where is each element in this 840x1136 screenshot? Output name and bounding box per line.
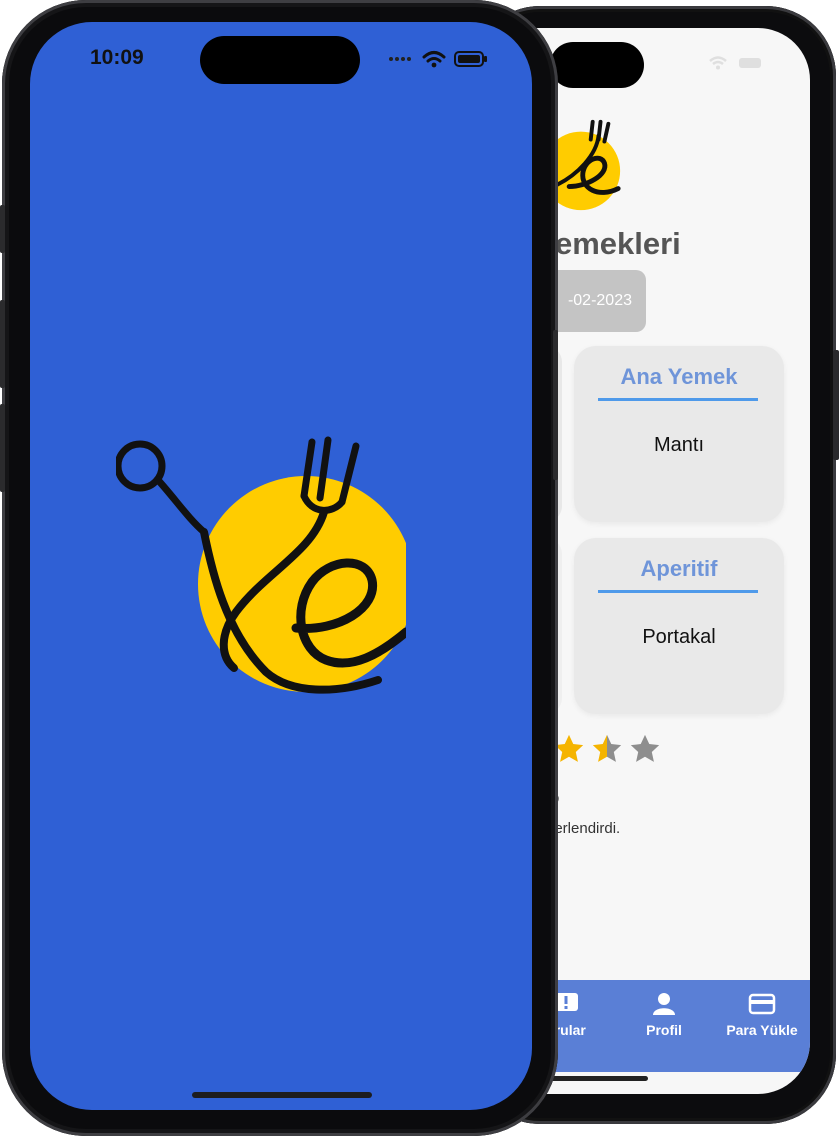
wifi-icon <box>709 56 727 70</box>
rating-stars[interactable] <box>552 732 662 766</box>
dynamic-island <box>550 42 644 88</box>
back-phone-side-button <box>833 350 839 460</box>
star-empty-icon[interactable] <box>628 732 662 766</box>
battery-icon <box>739 58 761 68</box>
credit-card-icon <box>748 993 776 1015</box>
status-icons <box>388 50 488 68</box>
mute-switch <box>0 205 5 253</box>
volume-up-button <box>0 300 5 388</box>
card-category: Ana Yemek <box>620 364 738 389</box>
tab-para-yukle[interactable]: Para Yükle <box>720 992 804 1038</box>
tab-profil[interactable]: Profil <box>622 992 706 1038</box>
star-half-icon[interactable] <box>590 732 624 766</box>
dynamic-island <box>200 36 360 84</box>
power-button <box>553 330 558 480</box>
tab-label: Profil <box>646 1022 682 1038</box>
card-dish: Portakal <box>642 626 716 648</box>
splash-screen: 10:09 <box>30 22 532 1110</box>
tab-label: Para Yükle <box>726 1022 798 1038</box>
date-label: -02-2023 <box>567 292 632 309</box>
spoon-fork-e-logo-icon <box>116 436 406 694</box>
menu-card[interactable]: Aperitif Portakal <box>574 538 784 714</box>
card-dish: Mantı <box>653 434 705 456</box>
person-icon <box>653 993 675 1015</box>
card-divider <box>598 590 758 593</box>
menu-card[interactable]: Ana Yemek Mantı <box>574 346 784 522</box>
wifi-icon <box>422 51 446 68</box>
card-category: Aperitif <box>640 556 718 581</box>
home-indicator[interactable] <box>192 1092 372 1098</box>
signal-dots-icon <box>389 57 411 61</box>
status-icons <box>708 56 764 70</box>
status-time: 10:09 <box>90 46 144 69</box>
volume-down-button <box>0 404 5 492</box>
card-divider <box>598 398 758 401</box>
battery-icon <box>454 51 487 67</box>
